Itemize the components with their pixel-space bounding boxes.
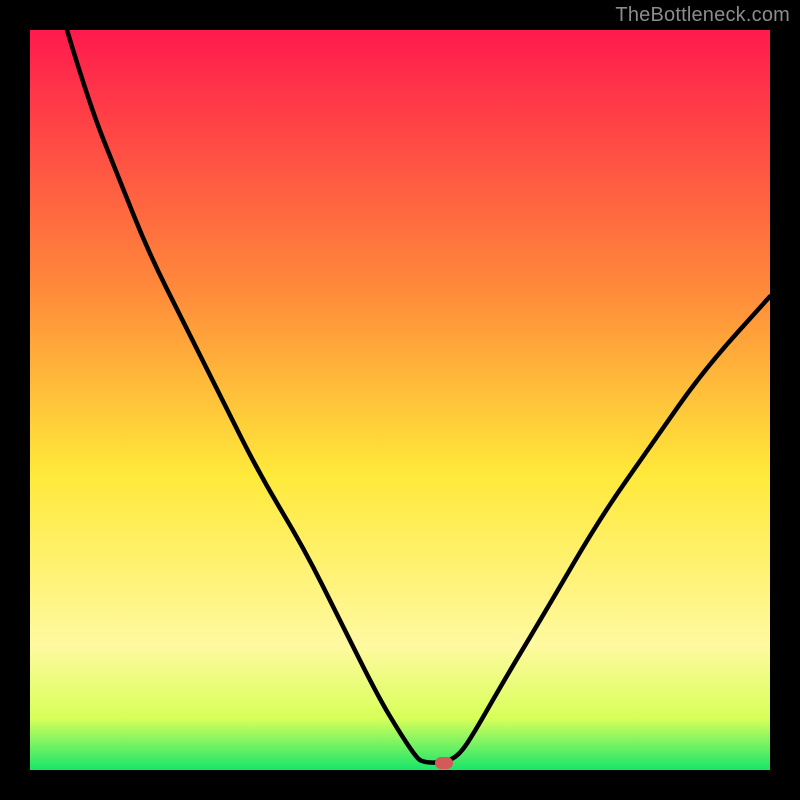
plot-area	[30, 30, 770, 770]
chart-frame: TheBottleneck.com	[0, 0, 800, 800]
watermark-text: TheBottleneck.com	[615, 4, 790, 27]
chart-svg	[30, 30, 770, 770]
selected-point-marker	[435, 757, 453, 769]
gradient-background	[30, 30, 770, 770]
